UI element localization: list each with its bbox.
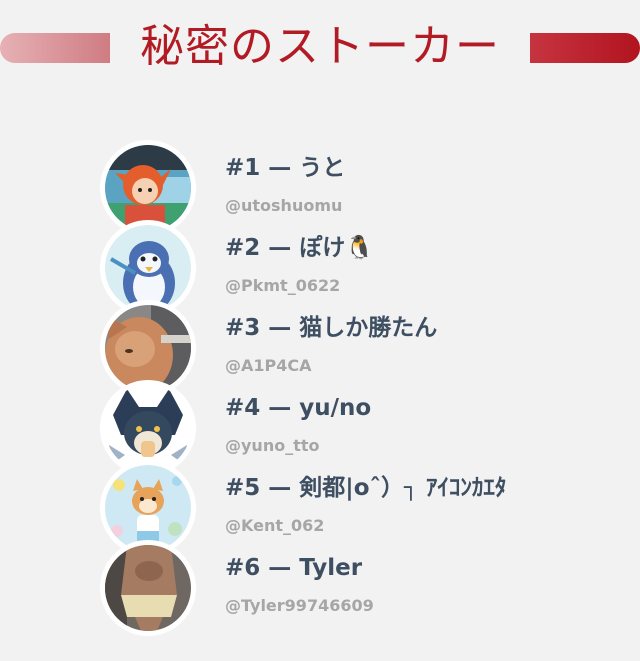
avatar-image <box>105 305 191 391</box>
banner-left-bar <box>0 33 110 63</box>
stalker-row-3[interactable]: #3 — 猫しか勝たん @A1P4CA <box>100 300 640 396</box>
stalker-name: #6 — Tyler <box>225 555 363 581</box>
stalker-row-5[interactable]: #5 — 剣都|oˆ）┐ ｱｲｺﾝｶｴﾀ @Kent_062 <box>100 460 640 556</box>
stalker-name: #3 — 猫しか勝たん <box>225 315 438 341</box>
stalker-row-1[interactable]: #1 — うと @utoshuomu <box>100 140 640 236</box>
stalker-handle: @Kent_062 <box>225 516 325 535</box>
header-banner: 秘密のストーカー <box>0 0 640 100</box>
stalker-handle: @Pkmt_0622 <box>225 276 341 295</box>
stalker-name: #5 — 剣都|oˆ）┐ ｱｲｺﾝｶｴﾀ <box>225 475 507 501</box>
stalker-name: #2 — ぽけ🐧 <box>225 235 374 261</box>
avatar-image <box>105 225 191 311</box>
stalker-handle: @Tyler99746609 <box>225 596 374 615</box>
stalker-name: #4 — yu/no <box>225 395 372 421</box>
page-title: 秘密のストーカー <box>140 21 500 72</box>
stalker-handle: @utoshuomu <box>225 196 343 215</box>
stalker-handle: @yuno_tto <box>225 436 320 455</box>
avatar-image <box>105 145 191 231</box>
avatar-image <box>105 385 191 471</box>
stalker-handle: @A1P4CA <box>225 356 312 375</box>
avatar[interactable] <box>100 540 196 636</box>
stalker-row-4[interactable]: #4 — yu/no @yuno_tto <box>100 380 640 476</box>
avatar-image <box>105 465 191 551</box>
banner-right-bar <box>530 33 640 63</box>
stalker-name: #1 — うと <box>225 155 346 181</box>
avatar-image <box>105 545 191 631</box>
stalker-row-2[interactable]: #2 — ぽけ🐧 @Pkmt_0622 <box>100 220 640 316</box>
stalker-row-6[interactable]: #6 — Tyler @Tyler99746609 <box>100 540 640 636</box>
